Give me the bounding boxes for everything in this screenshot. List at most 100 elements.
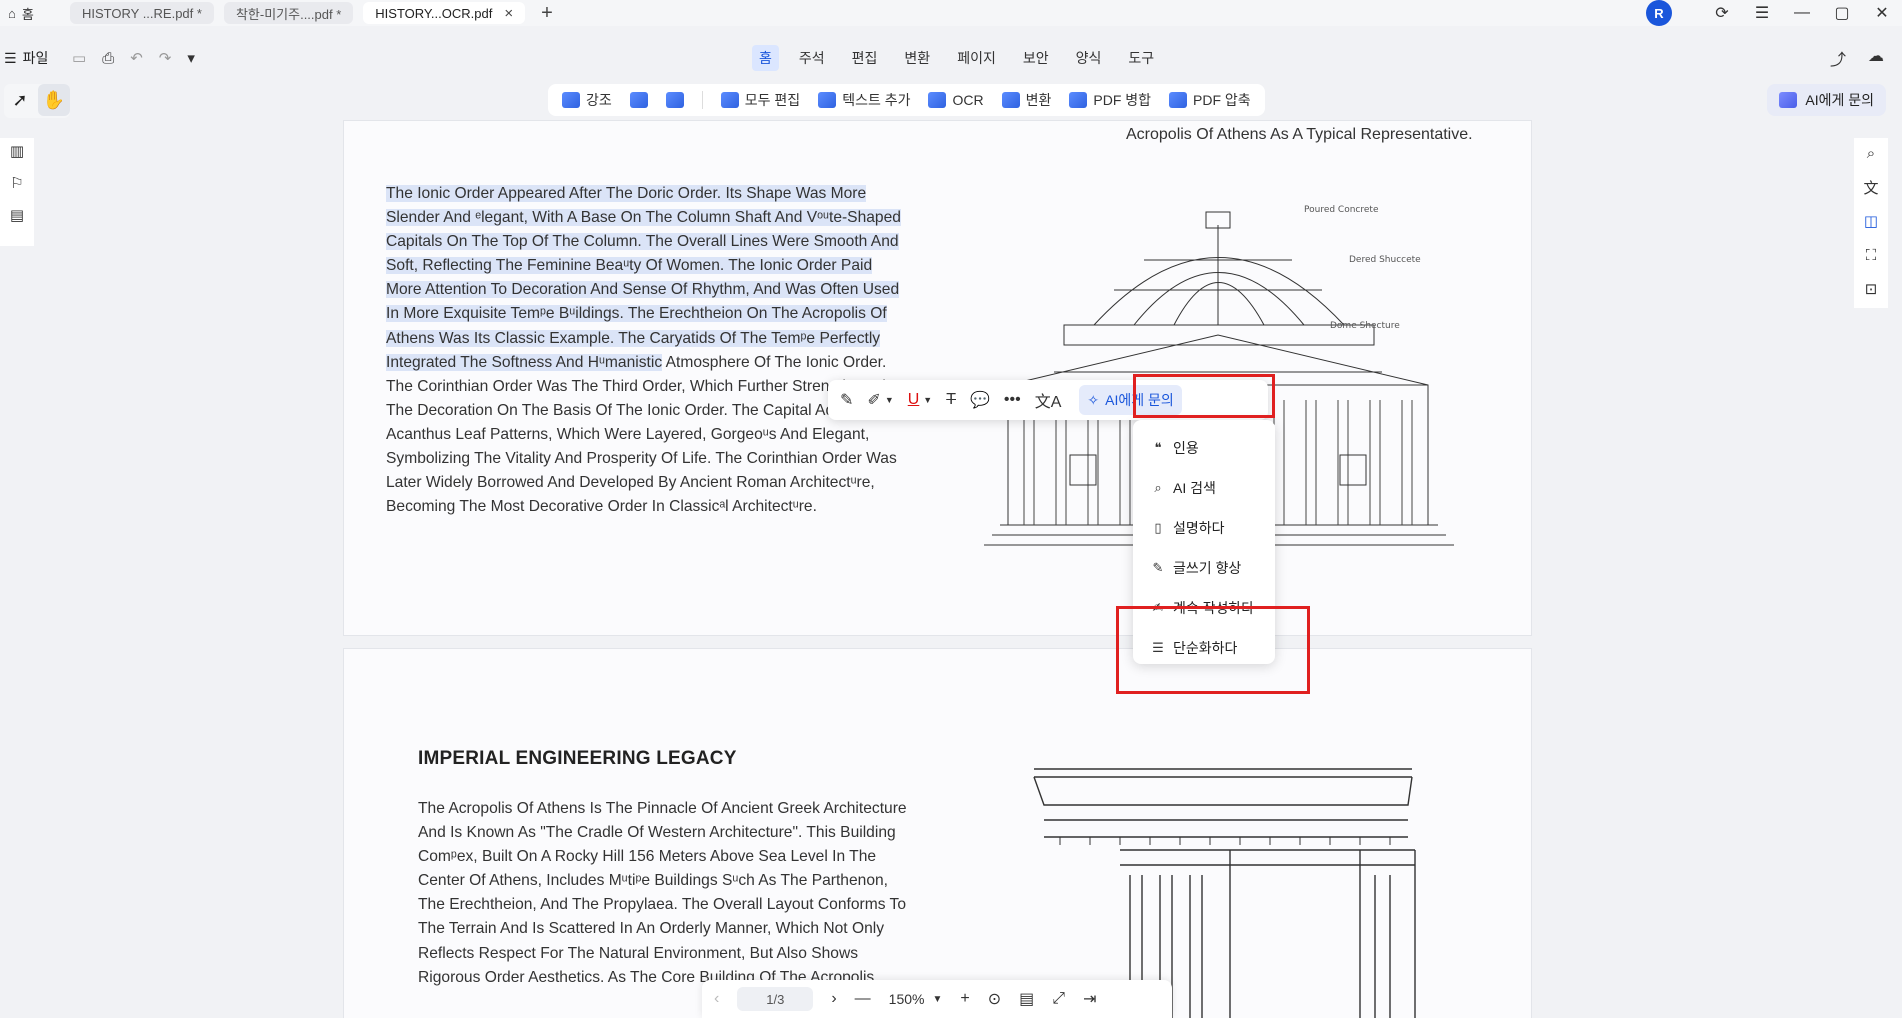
more-icon[interactable]: ••• (1004, 391, 1021, 409)
eraser-icon (665, 92, 684, 108)
sync-icon[interactable]: ⟳ (1702, 3, 1742, 23)
previous-page-icon[interactable]: ‹ (714, 990, 719, 1008)
single-page-icon[interactable]: ▤ (1019, 989, 1034, 1009)
ai-menu-explain[interactable]: ▯ 설명하다 (1133, 508, 1275, 548)
chevron-down-icon[interactable]: ▼ (885, 395, 894, 405)
zoom-select[interactable]: 150% ▼ (889, 991, 943, 1007)
redo-icon[interactable]: ↷ (159, 49, 172, 67)
menu-comment[interactable]: 주석 (792, 45, 832, 71)
menu-edit[interactable]: 편집 (845, 45, 885, 71)
body-paragraph[interactable]: The Ionic Order Appeared After The Doric… (386, 182, 906, 519)
add-text-button[interactable]: 텍스트 추가 (818, 90, 910, 110)
body-paragraph[interactable]: The Acropolis Of Athens Is The Pinnacle … (418, 797, 910, 990)
ai-sparkle-icon: ✧ (1087, 391, 1100, 408)
window-controls: R ⟳ ☰ — ▢ ✕ (1646, 0, 1902, 26)
highlight-button[interactable]: 강조 (562, 90, 612, 110)
convert-icon (1001, 92, 1020, 108)
thumbnails-icon[interactable]: ▥ (8, 142, 26, 160)
scan-icon[interactable]: ⛶ (1862, 246, 1880, 264)
new-tab-button[interactable]: + (541, 2, 553, 25)
quote-icon: ❝ (1154, 440, 1162, 455)
pen-icon: ✎ (1152, 560, 1164, 575)
home-toolbar: 강조 모두 편집 텍스트 추가 OCR 변환 PDF 병합 PDF 압축 (548, 84, 1265, 116)
page-navigation-bar: ‹ 1/3 › — 150% ▼ + ⊙ ▤ ⤢ ⇥ (702, 980, 1172, 1018)
ocr-button[interactable]: OCR (928, 92, 984, 108)
save-icon[interactable]: ▭ (72, 49, 86, 67)
underline-icon[interactable]: U ▼ (908, 391, 932, 409)
next-page-icon[interactable]: › (831, 990, 836, 1008)
left-panel: ▥ ⚐ ▤ (0, 138, 34, 246)
home-tab[interactable]: ⌂ 홈 (0, 0, 60, 26)
right-panel: ⌕ 文 ◫ ⛶ ⊡ (1854, 138, 1888, 308)
compress-pdf-button[interactable]: PDF 압축 (1169, 90, 1251, 110)
drawing-label: Dered Shuccete (1349, 255, 1421, 265)
strikethrough-icon[interactable]: T (946, 391, 956, 409)
edit-note-icon[interactable]: ✎ (840, 390, 853, 410)
menu-icon[interactable]: ☰ (1742, 3, 1782, 23)
close-tab-icon[interactable]: × (504, 5, 513, 22)
close-window-icon[interactable]: ✕ (1862, 3, 1902, 23)
ai-ask-button[interactable]: AI에게 문의 (1767, 84, 1886, 116)
ocr-icon (928, 92, 947, 108)
tab-bar: ⌂ 홈 HISTORY ...RE.pdf * 착한-미기주....pdf * … (0, 0, 1902, 26)
comment-icon[interactable]: 💬 (970, 390, 990, 410)
print-icon[interactable]: ⎙ (102, 50, 114, 67)
menu-home[interactable]: 홈 (752, 45, 779, 71)
chevron-down-icon[interactable]: ▾ (187, 49, 195, 67)
compare-icon[interactable]: ◫ (1862, 212, 1880, 230)
page-indicator[interactable]: 1/3 (737, 987, 814, 1011)
document-tab-active[interactable]: HISTORY...OCR.pdf × (363, 2, 526, 24)
zoom-out-icon[interactable]: — (855, 990, 871, 1008)
avatar[interactable]: R (1646, 0, 1672, 26)
chevron-down-icon[interactable]: ▼ (923, 395, 932, 405)
main-menu: 홈 주석 편집 변환 페이지 보안 양식 도구 (752, 45, 1161, 71)
upload-cloud-icon[interactable]: ☁ (1868, 46, 1884, 70)
fullscreen-icon[interactable]: ⤢ (1052, 990, 1065, 1008)
translate-icon[interactable]: 文A (1035, 388, 1062, 412)
menu-right: ⤴ ☁ (1830, 46, 1884, 70)
ai-menu-improve-writing[interactable]: ✎ 글쓰기 향상 (1133, 548, 1275, 588)
comments-icon[interactable]: ▤ (8, 206, 26, 224)
menu-security[interactable]: 보안 (1016, 45, 1056, 71)
menu-bar: ☰ 파일 ▭ ⎙ ↶ ↷ ▾ 홈 주석 편집 변환 페이지 보안 양식 도구 ⤴… (0, 44, 1902, 72)
share-icon[interactable]: ⤴ (1830, 46, 1846, 70)
select-arrow-icon[interactable]: ➚ (4, 84, 36, 116)
maximize-icon[interactable]: ▢ (1822, 3, 1862, 23)
bookmark-icon[interactable]: ⚐ (8, 174, 26, 192)
document-tab[interactable]: HISTORY ...RE.pdf * (70, 2, 214, 24)
menu-form[interactable]: 양식 (1069, 45, 1109, 71)
add-text-icon (818, 92, 837, 108)
file-menu[interactable]: ☰ 파일 (4, 48, 48, 68)
ai-menu-search[interactable]: ⌕ AI 검색 (1133, 468, 1275, 508)
eraser-button[interactable] (665, 92, 684, 108)
fit-page-icon[interactable]: ⊙ (988, 989, 1001, 1009)
ocr-panel-icon[interactable]: ⊡ (1862, 280, 1880, 298)
convert-button[interactable]: 변환 (1001, 90, 1051, 110)
chevron-down-icon: ▼ (932, 993, 943, 1005)
ai-menu-quote[interactable]: ❝ 인용 (1133, 428, 1275, 468)
minimize-icon[interactable]: — (1782, 4, 1822, 22)
paragraph-text: Atmosphere Of The Ionic Order. The Corin… (386, 353, 897, 516)
edit-all-button[interactable]: 모두 편집 (720, 90, 800, 110)
edit-all-icon (720, 92, 739, 108)
undo-icon[interactable]: ↶ (130, 49, 143, 67)
search-icon[interactable]: ⌕ (1862, 144, 1880, 162)
menu-convert[interactable]: 변환 (897, 45, 937, 71)
highlighter-pen-icon[interactable]: ✐ ▼ (867, 390, 893, 410)
zoom-in-icon[interactable]: + (960, 990, 969, 1008)
ai-sparkle-icon (1779, 92, 1798, 108)
translate-icon[interactable]: 文 (1862, 178, 1880, 197)
highlight-box-ai-ask (1133, 374, 1275, 418)
home-icon: ⌂ (8, 5, 16, 21)
menu-page[interactable]: 페이지 (950, 45, 1003, 71)
hand-tool-icon[interactable]: ✋ (38, 84, 70, 116)
exit-panel-icon[interactable]: ⇥ (1083, 989, 1096, 1009)
compress-icon (1169, 92, 1188, 108)
area-highlight-button[interactable] (629, 92, 648, 108)
menu-tools[interactable]: 도구 (1121, 45, 1161, 71)
home-tab-label: 홈 (21, 6, 34, 22)
merge-icon (1069, 92, 1088, 108)
document-tab[interactable]: 착한-미기주....pdf * (223, 2, 354, 24)
selected-text[interactable]: The Ionic Order Appeared After The Doric… (386, 185, 901, 371)
merge-pdf-button[interactable]: PDF 병합 (1069, 90, 1151, 110)
